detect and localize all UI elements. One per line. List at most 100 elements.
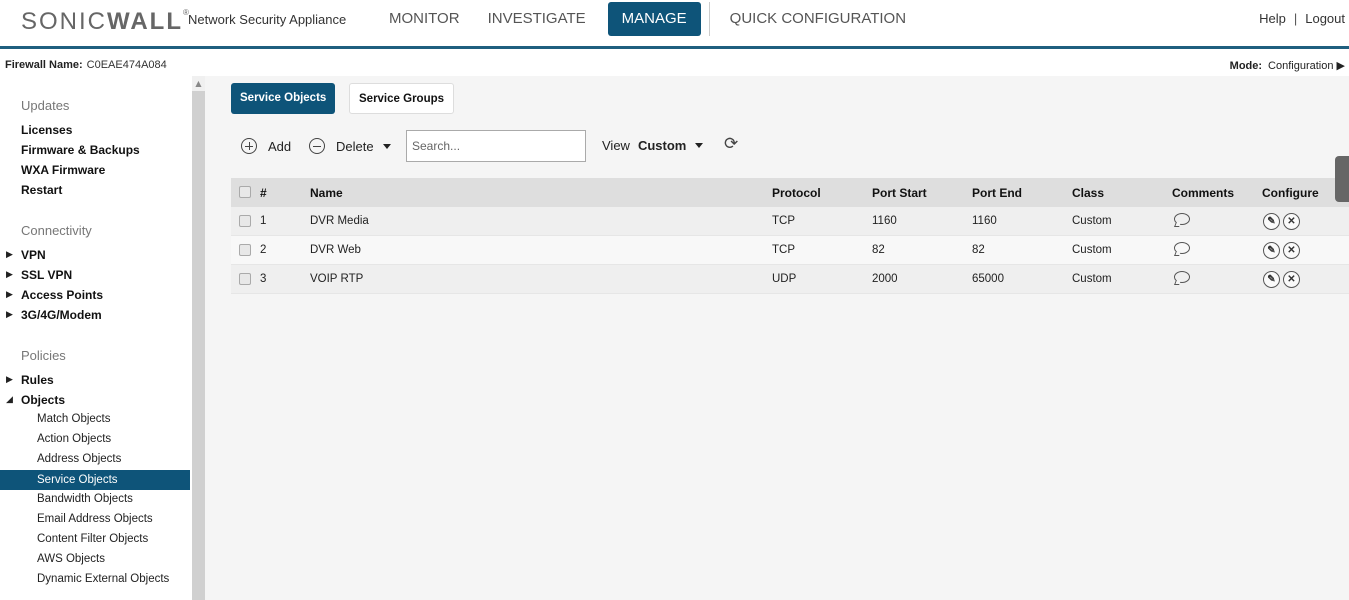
sidebar-item-licenses[interactable]: Licenses [21, 123, 72, 137]
nav-divider [708, 2, 710, 36]
link-separator: | [1293, 11, 1298, 26]
row-checkbox[interactable] [239, 244, 251, 256]
delete-x-icon[interactable]: ✕ [1283, 271, 1300, 288]
view-label: View [602, 138, 630, 153]
section-connectivity: Connectivity [21, 223, 92, 238]
firewall-name-value: C0EAE474A084 [86, 59, 167, 71]
add-circle-icon [241, 138, 257, 154]
main-content: Service Objects Service Groups Add Delet… [205, 76, 1349, 600]
table-row[interactable]: 3 VOIP RTP UDP 2000 65000 Custom ✎ ✕ [231, 265, 1349, 294]
col-protocol[interactable]: Protocol [772, 186, 821, 200]
add-button[interactable]: Add [241, 138, 291, 154]
edit-pencil-icon[interactable]: ✎ [1263, 213, 1280, 230]
sidebar: Updates Licenses Firmware & Backups WXA … [0, 76, 192, 600]
side-panel-tab[interactable] [1335, 156, 1349, 202]
info-bar: Firewall Name: C0EAE474A084 Mode: Configur… [0, 52, 1349, 76]
table-row[interactable]: 1 DVR Media TCP 1160 1160 Custom ✎ ✕ [231, 207, 1349, 236]
sidebar-item-rules[interactable]: Rules [21, 373, 54, 387]
row-port-end: 65000 [972, 273, 1004, 285]
nav-investigate[interactable]: INVESTIGATE [474, 2, 600, 36]
view-selector[interactable]: View Custom [602, 138, 704, 153]
row-name: VOIP RTP [310, 273, 364, 285]
sidebar-item-3g-4g-modem[interactable]: 3G/4G/Modem [21, 308, 102, 322]
nav-quick-configuration[interactable]: QUICK CONFIGURATION [716, 2, 920, 36]
row-num: 1 [260, 215, 267, 227]
help-link[interactable]: Help [1259, 11, 1286, 26]
sidebar-item-email-address-objects[interactable]: Email Address Objects [37, 513, 153, 525]
comment-bubble-icon[interactable] [1174, 271, 1190, 283]
app-name: Network Security Appliance [188, 12, 347, 27]
row-port-start: 2000 [872, 273, 898, 285]
main-nav: MONITOR INVESTIGATE MANAGE QUICK CONFIGU… [375, 2, 920, 36]
edit-pencil-icon[interactable]: ✎ [1263, 271, 1280, 288]
chevron-down-icon [382, 143, 391, 149]
row-class: Custom [1072, 215, 1112, 227]
row-class: Custom [1072, 273, 1112, 285]
comment-bubble-icon[interactable] [1174, 213, 1190, 225]
logout-link[interactable]: Logout [1305, 11, 1345, 26]
tab-service-groups[interactable]: Service Groups [349, 83, 455, 114]
comment-bubble-icon[interactable] [1174, 242, 1190, 254]
delete-button[interactable]: Delete [309, 138, 391, 154]
expand-triangle-icon[interactable]: ▶ [6, 374, 13, 385]
firewall-name: Firewall Name: C0EAE474A084 [5, 59, 167, 71]
sidebar-item-wxa-firmware[interactable]: WXA Firmware [21, 163, 105, 177]
sidebar-item-objects[interactable]: Objects [21, 393, 65, 407]
mode-value[interactable]: Configuration ▶ [1268, 60, 1345, 72]
sidebar-item-ssl-vpn[interactable]: SSL VPN [21, 268, 72, 282]
sidebar-item-restart[interactable]: Restart [21, 183, 62, 197]
sidebar-item-aws-objects[interactable]: AWS Objects [37, 553, 105, 565]
expand-triangle-icon[interactable]: ▶ [6, 309, 13, 320]
refresh-icon[interactable]: ⟳ [724, 134, 738, 154]
expand-triangle-icon[interactable]: ▶ [6, 289, 13, 300]
sidebar-item-content-filter-objects[interactable]: Content Filter Objects [37, 533, 148, 545]
row-protocol: UDP [772, 273, 797, 285]
search-input[interactable] [406, 130, 586, 162]
col-port-end[interactable]: Port End [972, 186, 1022, 200]
row-protocol: TCP [772, 215, 795, 227]
row-checkbox[interactable] [239, 273, 251, 285]
collapse-triangle-icon[interactable]: ◢ [6, 394, 13, 405]
row-port-end: 82 [972, 244, 985, 256]
select-all-checkbox[interactable] [239, 186, 251, 198]
sidebar-scrollbar[interactable] [192, 76, 205, 600]
section-updates: Updates [21, 98, 70, 113]
col-configure: Configure [1262, 186, 1319, 200]
chevron-down-icon [695, 143, 704, 148]
col-num: # [260, 186, 267, 200]
minus-circle-icon [309, 138, 325, 154]
nav-monitor[interactable]: MONITOR [375, 2, 474, 36]
delete-x-icon[interactable]: ✕ [1283, 213, 1300, 230]
row-port-start: 1160 [872, 215, 897, 227]
sidebar-item-vpn[interactable]: VPN [21, 248, 46, 262]
sidebar-item-access-points[interactable]: Access Points [21, 288, 103, 302]
row-name: DVR Web [310, 244, 361, 256]
sidebar-item-action-objects[interactable]: Action Objects [37, 433, 111, 445]
sidebar-item-service-objects[interactable]: Service Objects [0, 470, 190, 490]
sidebar-item-firmware-backups[interactable]: Firmware & Backups [21, 143, 140, 157]
scroll-up-arrow-icon[interactable]: ▲ [192, 76, 205, 91]
delete-label: Delete [336, 138, 374, 154]
col-class[interactable]: Class [1072, 186, 1104, 200]
sidebar-item-address-objects[interactable]: Address Objects [37, 453, 121, 465]
sidebar-item-dynamic-external-objects[interactable]: Dynamic External Objects [37, 573, 169, 585]
mode-indicator[interactable]: Mode: Configuration ▶ [1230, 59, 1345, 72]
delete-x-icon[interactable]: ✕ [1283, 242, 1300, 259]
nav-manage[interactable]: MANAGE [607, 2, 701, 36]
expand-triangle-icon[interactable]: ▶ [6, 269, 13, 280]
tab-service-objects[interactable]: Service Objects [231, 83, 336, 114]
row-protocol: TCP [772, 244, 795, 256]
service-objects-table: # Name Protocol Port Start Port End Clas… [231, 178, 1349, 294]
col-port-start[interactable]: Port Start [872, 186, 927, 200]
expand-triangle-icon[interactable]: ▶ [6, 249, 13, 260]
row-checkbox[interactable] [239, 215, 251, 227]
sonicwall-logo[interactable]: SONICWALL® [21, 8, 191, 36]
edit-pencil-icon[interactable]: ✎ [1263, 242, 1280, 259]
sidebar-item-match-objects[interactable]: Match Objects [37, 413, 111, 425]
sidebar-item-bandwidth-objects[interactable]: Bandwidth Objects [37, 493, 133, 505]
view-value: Custom [637, 138, 687, 153]
col-name[interactable]: Name [310, 186, 343, 200]
table-row[interactable]: 2 DVR Web TCP 82 82 Custom ✎ ✕ [231, 236, 1349, 265]
table-header: # Name Protocol Port Start Port End Clas… [231, 178, 1349, 207]
row-port-start: 82 [872, 244, 885, 256]
